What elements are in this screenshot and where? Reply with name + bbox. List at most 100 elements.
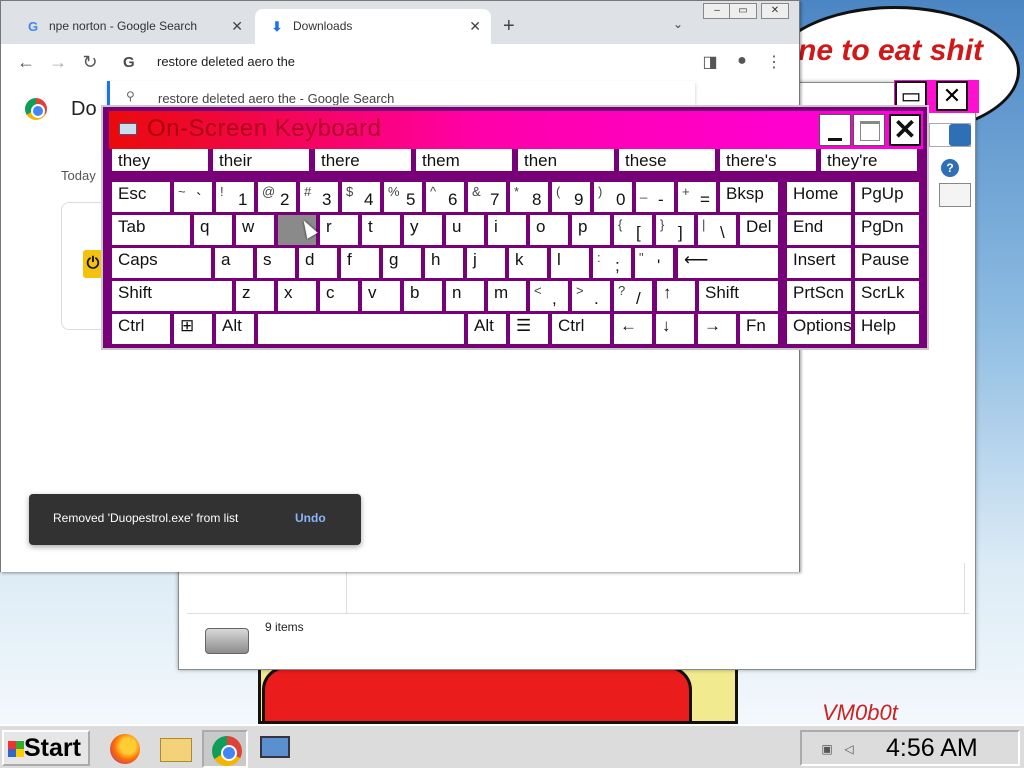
key-caps[interactable]: Caps: [112, 248, 211, 278]
key-4[interactable]: $4: [342, 182, 380, 212]
network-icon[interactable]: ▣: [820, 742, 834, 756]
omnibox-input[interactable]: restore deleted aero the: [157, 54, 295, 69]
key-[interactable]: _ -: [636, 182, 674, 212]
key-g[interactable]: g: [383, 248, 421, 278]
key-[interactable]: ⊞: [174, 314, 212, 344]
minimize-button[interactable]: –: [703, 3, 731, 19]
taskbar-my-computer[interactable]: [252, 730, 298, 768]
forward-icon[interactable]: →: [47, 52, 69, 73]
key-s[interactable]: s: [257, 248, 295, 278]
key-8[interactable]: * 8: [510, 182, 548, 212]
new-tab-button[interactable]: +: [503, 15, 515, 38]
key-[interactable]: ~ `: [174, 182, 212, 212]
clock[interactable]: 4:56 AM: [886, 734, 978, 763]
key-[interactable]: " ': [635, 248, 673, 278]
key-d[interactable]: d: [299, 248, 337, 278]
volume-icon[interactable]: ◁: [842, 742, 856, 756]
key-k[interactable]: k: [509, 248, 547, 278]
key-alt[interactable]: Alt: [468, 314, 506, 344]
undo-button[interactable]: Undo: [295, 511, 326, 525]
back-icon[interactable]: ←: [15, 52, 37, 73]
key-ctrl[interactable]: Ctrl: [112, 314, 170, 344]
omnibox[interactable]: G restore deleted aero the: [107, 45, 695, 81]
key-[interactable]: :;: [593, 248, 631, 278]
prediction-1[interactable]: they: [112, 149, 208, 171]
close-button[interactable]: ✕: [889, 114, 921, 146]
tab-search-icon[interactable]: ⌄: [673, 17, 683, 31]
key-esc[interactable]: Esc: [112, 182, 170, 212]
key-m[interactable]: m: [488, 281, 526, 311]
prediction-4[interactable]: them: [416, 149, 512, 171]
key-shift[interactable]: Shift: [112, 281, 232, 311]
maximize-button[interactable]: ▭: [729, 3, 757, 19]
omnibox-suggestion[interactable]: ⚲ restore deleted aero the - Google Sear…: [107, 81, 695, 107]
side-panel-icon[interactable]: ◨: [699, 52, 721, 72]
key-j[interactable]: j: [467, 248, 505, 278]
prediction-7[interactable]: there's: [720, 149, 816, 171]
key-9[interactable]: (9: [552, 182, 590, 212]
key-6[interactable]: ^ 6: [426, 182, 464, 212]
key-[interactable]: ↑: [657, 281, 695, 311]
taskbar-explorer[interactable]: [152, 730, 198, 768]
key-[interactable]: }]: [656, 215, 694, 245]
key-alt[interactable]: Alt: [216, 314, 254, 344]
close-button[interactable]: ✕: [761, 3, 789, 19]
key-prtscn[interactable]: PrtScn: [787, 281, 851, 311]
key-help[interactable]: Help: [855, 314, 919, 344]
key-1[interactable]: ! 1: [216, 182, 254, 212]
reload-icon[interactable]: ↻: [79, 52, 101, 73]
profile-icon[interactable]: ●: [731, 52, 753, 70]
key-ctrl[interactable]: Ctrl: [552, 314, 610, 344]
key-bksp[interactable]: Bksp: [720, 182, 778, 212]
key-fn[interactable]: Fn: [740, 314, 778, 344]
key-r[interactable]: r: [320, 215, 358, 245]
tab-downloads[interactable]: ⬇ Downloads ✕: [255, 9, 491, 44]
key-y[interactable]: y: [404, 215, 442, 245]
key-[interactable]: <,: [530, 281, 568, 311]
key-[interactable]: ↓: [656, 314, 694, 344]
key-scrlk[interactable]: ScrLk: [855, 281, 919, 311]
key-3[interactable]: #3: [300, 182, 338, 212]
key-p[interactable]: p: [572, 215, 610, 245]
close-button[interactable]: ✕: [936, 81, 968, 111]
prediction-3[interactable]: there: [315, 149, 411, 171]
key-[interactable]: ⟵: [678, 248, 778, 278]
key-pgdn[interactable]: PgDn: [855, 215, 919, 245]
key-tab[interactable]: Tab: [112, 215, 190, 245]
key-n[interactable]: n: [446, 281, 484, 311]
key-home[interactable]: Home: [787, 182, 851, 212]
key-x[interactable]: x: [278, 281, 316, 311]
key-5[interactable]: % 5: [384, 182, 422, 212]
key-[interactable]: + =: [678, 182, 716, 212]
prediction-6[interactable]: these: [619, 149, 715, 171]
key-[interactable]: →: [698, 314, 736, 344]
help-icon[interactable]: ?: [941, 159, 959, 177]
key-a[interactable]: a: [215, 248, 253, 278]
key-pause[interactable]: Pause: [855, 248, 919, 278]
key-[interactable]: ? /: [614, 281, 652, 311]
key-w[interactable]: w: [236, 215, 274, 245]
key-u[interactable]: u: [446, 215, 484, 245]
key-7[interactable]: & 7: [468, 182, 506, 212]
key-space[interactable]: [258, 314, 464, 344]
key-del[interactable]: Del: [740, 215, 778, 245]
key-q[interactable]: q: [194, 215, 232, 245]
prediction-5[interactable]: then: [518, 149, 614, 171]
close-tab-icon[interactable]: ✕: [231, 9, 243, 44]
key-c[interactable]: c: [320, 281, 358, 311]
osk-titlebar[interactable]: On-Screen Keyboard ✕: [109, 111, 923, 149]
key-pgup[interactable]: PgUp: [855, 182, 919, 212]
key-[interactable]: ←: [614, 314, 652, 344]
key-l[interactable]: l: [551, 248, 589, 278]
key-[interactable]: ☰: [510, 314, 548, 344]
start-button[interactable]: Start: [2, 730, 90, 766]
prediction-2[interactable]: their: [213, 149, 309, 171]
key-h[interactable]: h: [425, 248, 463, 278]
on-screen-keyboard[interactable]: On-Screen Keyboard ✕ they their there them t…: [101, 105, 929, 350]
taskbar-firefox[interactable]: [102, 730, 148, 768]
key-0[interactable]: ) 0: [594, 182, 632, 212]
minimize-button[interactable]: [819, 114, 851, 146]
close-tab-icon[interactable]: ✕: [469, 9, 481, 44]
key-[interactable]: {[: [614, 215, 652, 245]
key-f[interactable]: f: [341, 248, 379, 278]
